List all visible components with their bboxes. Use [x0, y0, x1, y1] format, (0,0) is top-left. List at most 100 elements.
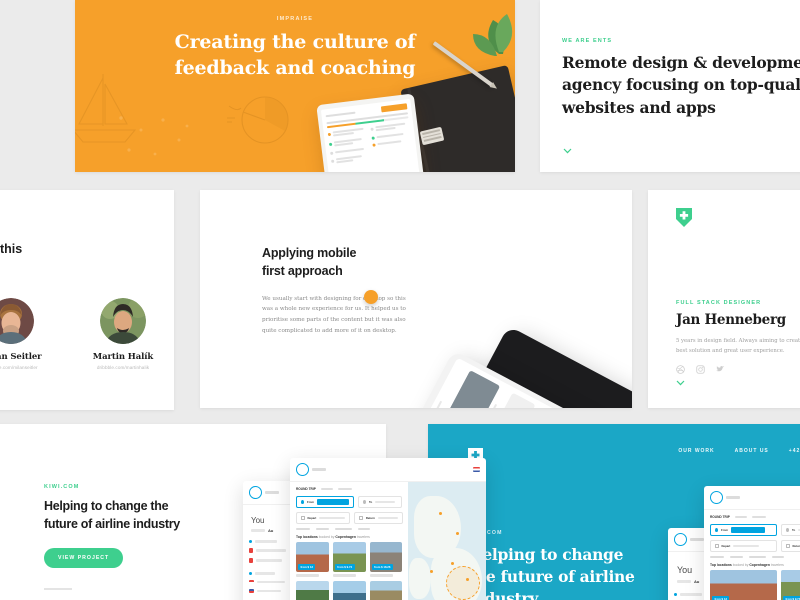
top-locations-mid: booked by [318, 535, 335, 540]
team-heading-fragment: this [0, 242, 23, 256]
mock-body: ROUND TRIP From To Depart Return Top loc… [290, 482, 486, 600]
list-item[interactable]: from $ 130.17 [332, 580, 366, 600]
top-locations-mid: booked by [732, 563, 749, 568]
person-name: Milan Seitler [0, 352, 42, 362]
avatar [0, 298, 34, 344]
search-fields-row-2[interactable]: Depart Return [296, 512, 403, 524]
ents-title-line-3: websites and apps [562, 97, 716, 117]
list-item[interactable]: from $ 26.08 [296, 580, 329, 600]
kiwi-logo-icon [249, 486, 262, 499]
view-project-button[interactable]: VIEW PROJECT [44, 548, 124, 569]
map-panel [407, 482, 486, 600]
instagram-icon[interactable] [696, 365, 705, 374]
twitter-icon[interactable] [716, 365, 725, 374]
person-url[interactable]: dribbble.com/martinhalik [80, 365, 166, 370]
impraise-text-block: IMPRAISE Creating the culture of feedbac… [75, 16, 515, 81]
ents-title: Remote design & development agency focus… [562, 52, 800, 119]
card-mobile-first-approach[interactable]: Applying mobile first approach We usuall… [200, 190, 632, 408]
trip-type-tabs[interactable]: ROUND TRIP [710, 515, 800, 519]
return-input[interactable]: Return [781, 540, 800, 552]
top-locations-city: Copenhagen [335, 535, 356, 540]
origin-chip[interactable] [317, 499, 349, 505]
return-input[interactable]: Return [354, 512, 403, 524]
filter-row[interactable] [710, 556, 800, 559]
tablet-device-mockup [316, 93, 426, 172]
mobile-first-title-line-1: Applying mobile [262, 246, 357, 260]
shield-plus-icon [676, 208, 692, 227]
impraise-eyebrow: IMPRAISE [276, 16, 314, 22]
origin-chip[interactable] [731, 527, 765, 533]
top-locations-city: Copenhagen [749, 563, 770, 568]
card-agency-intro[interactable]: WE ARE ENTS Remote design & development … [540, 0, 800, 172]
person-url[interactable]: dribbble.com/milanseitler [0, 365, 54, 370]
list-item[interactable]: from $ 13 [710, 570, 777, 600]
destination-photo: from $ 26.08 [296, 580, 329, 600]
mobile-first-body: We usually start with designing for desk… [262, 295, 406, 335]
depart-input[interactable]: Depart [296, 512, 351, 524]
team-people-list: Milan Seitler dribbble.com/milanseitler [0, 298, 166, 370]
price-badge: from $ 9.74 [334, 564, 355, 571]
to-input[interactable]: To [358, 496, 403, 508]
search-fields-row-1[interactable]: From To [710, 524, 800, 536]
top-locations-heading: Top locations booked by Copenhagen trave… [710, 563, 800, 567]
filter-row[interactable] [296, 528, 402, 531]
ents-title-line-2: agency focusing on top-quality [562, 75, 800, 95]
card-team-member-profile[interactable]: FULL STACK DESIGNER Jan Henneberg 5 year… [648, 190, 800, 408]
list-item[interactable]: Martin Halík dribbble.com/martinhalik [80, 298, 166, 370]
mobile-first-title-line-2: first approach [262, 263, 343, 278]
destination-photo: from $ 38.10 [369, 580, 403, 600]
kiwi-teal-eyebrow: KIWI.COM [468, 530, 635, 536]
mock-topbar [704, 486, 800, 510]
divider [44, 588, 72, 590]
top-locations-label: Top locations [296, 535, 318, 540]
teal-navigation[interactable]: OUR WORK ABOUT US +420 73 [678, 448, 800, 454]
destination-photo: from $ 130.17 [332, 580, 366, 600]
from-input[interactable]: From [296, 496, 354, 508]
jan-name: Jan Henneberg [676, 312, 786, 328]
trip-type-tabs[interactable]: ROUND TRIP [296, 487, 402, 491]
kiwi-logo-icon [674, 533, 687, 546]
kiwi-logo-icon [296, 463, 309, 476]
jan-bio: 5 years in design field. Always aiming t… [676, 338, 800, 355]
jan-social-links [676, 365, 800, 374]
to-input[interactable]: To [781, 524, 800, 536]
chevron-down-icon[interactable] [563, 148, 572, 154]
top-locations-heading: Top locations booked by Copenhagen trave… [296, 535, 402, 539]
card-team-members[interactable]: this Milan [0, 190, 174, 410]
nav-item-phone[interactable]: +420 73 [789, 448, 800, 454]
kiwi-teal-title-line-1: Helping to change [468, 545, 624, 564]
list-item[interactable]: from $ 38.10 [369, 580, 403, 600]
destination-grid: from $ 13 from $ 9.74 [710, 570, 800, 600]
mock-body: ROUND TRIP From To Depart Retu Top locat… [704, 510, 800, 600]
jan-role-eyebrow: FULL STACK DESIGNER [676, 300, 762, 306]
depart-input[interactable]: Depart [710, 540, 777, 552]
list-item[interactable]: from $ 18.26 [369, 542, 403, 577]
from-input[interactable]: From [710, 524, 777, 536]
destination-photo: from $ 9.74 [781, 570, 800, 600]
destination-photo: from $ 18.26 [369, 542, 403, 573]
top-locations-label: Top locations [710, 563, 732, 568]
search-fields-row-2[interactable]: Depart Return [710, 540, 800, 552]
nav-item-our-work[interactable]: OUR WORK [678, 448, 714, 454]
tablet-screen [320, 98, 422, 172]
nav-item-about-us[interactable]: ABOUT US [735, 448, 769, 454]
chevron-down-icon[interactable] [676, 380, 685, 386]
teal-copy-block: KIWI.COM Helping to change the future of… [468, 530, 635, 600]
list-item[interactable]: from $ 9.74 [781, 570, 800, 600]
search-fields-row-1[interactable]: From To [296, 496, 403, 508]
destination-photo: from $ 13 [710, 570, 777, 600]
impraise-title-line-2: feedback and coaching [174, 57, 416, 80]
list-item[interactable]: from $ 9.74 [332, 542, 366, 577]
tablet-content-grid [327, 122, 414, 169]
card-impraise-project[interactable]: IMPRAISE Creating the culture of feedbac… [75, 0, 515, 172]
list-item[interactable]: Milan Seitler dribbble.com/milanseitler [0, 298, 54, 370]
ents-inner: WE ARE ENTS Remote design & development … [540, 0, 800, 119]
dribbble-icon[interactable] [676, 365, 685, 374]
browser-mockup-primary-light: ROUND TRIP From To Depart Return Top loc… [290, 458, 486, 600]
ents-eyebrow: WE ARE ENTS [562, 38, 613, 44]
kiwi-logo-icon [710, 491, 723, 504]
person-name: Martin Halík [92, 352, 154, 362]
list-item[interactable]: from $ 13 [296, 542, 329, 577]
kiwi-teal-title: Helping to change the future of airline … [468, 544, 635, 600]
top-locations-suffix: travelers [356, 535, 370, 540]
